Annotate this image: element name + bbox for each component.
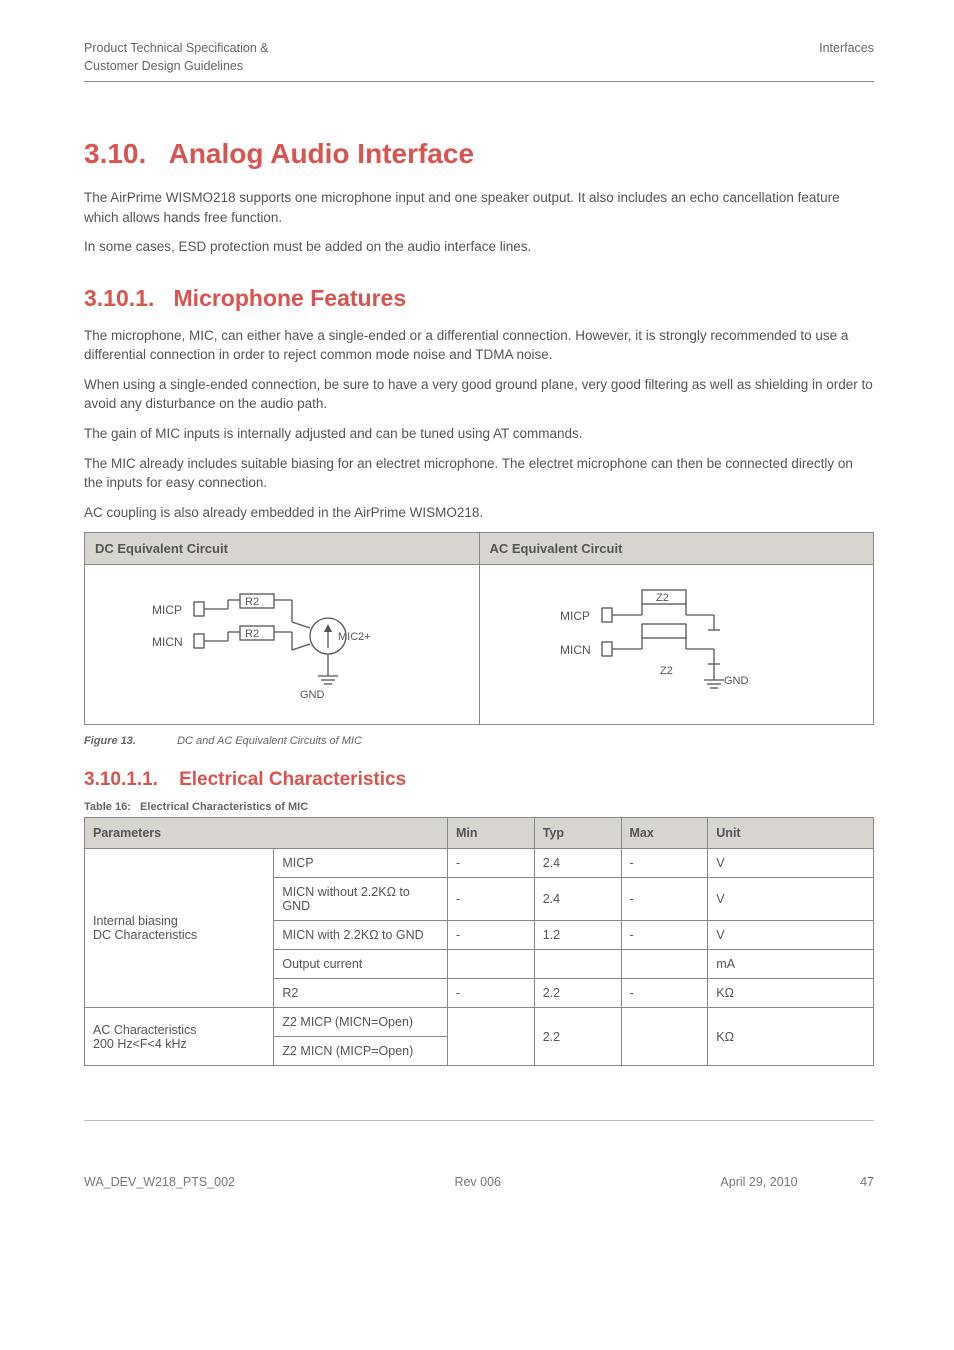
cell xyxy=(447,950,534,979)
cell: - xyxy=(447,921,534,950)
ac-circuit-cell: MICP Z2 MICN xyxy=(479,565,874,725)
cell: - xyxy=(447,878,534,921)
cell: - xyxy=(621,849,708,878)
electrical-characteristics-table: Parameters Min Typ Max Unit Internal bia… xyxy=(84,817,874,1066)
cell: 2.2 xyxy=(534,979,621,1008)
cell: - xyxy=(447,979,534,1008)
col-max: Max xyxy=(621,818,708,849)
footer-left: WA_DEV_W218_PTS_002 xyxy=(84,1175,235,1189)
footer-date: April 29, 2010 xyxy=(720,1175,797,1189)
ac-micp-label: MICP xyxy=(560,609,590,623)
paragraph: The AirPrime WISMO218 supports one micro… xyxy=(84,188,874,227)
cell: KΩ xyxy=(708,979,874,1008)
cell: - xyxy=(621,921,708,950)
ac-z2b-label: Z2 xyxy=(660,665,673,677)
col-typ: Typ xyxy=(534,818,621,849)
paragraph: The microphone, MIC, can either have a s… xyxy=(84,326,874,365)
h3-number: 3.10.1.1. xyxy=(84,769,158,790)
figure-13-title: DC and AC Equivalent Circuits of MIC xyxy=(177,735,362,747)
cell: 2.4 xyxy=(534,878,621,921)
header-left-line2: Customer Design Guidelines xyxy=(84,59,243,73)
cell: MICN with 2.2KΩ to GND xyxy=(274,921,448,950)
dc-gnd-label: GND xyxy=(300,689,325,701)
ac-gnd-label: GND xyxy=(724,675,749,687)
header-right: Interfaces xyxy=(819,41,874,55)
figure-13-label: Figure 13. xyxy=(84,735,174,747)
dc-micn-label: MICN xyxy=(152,635,183,649)
cell: - xyxy=(621,979,708,1008)
footer-mid: Rev 006 xyxy=(454,1175,501,1189)
table-16-title: Electrical Characteristics of MIC xyxy=(140,801,308,813)
ac-header: AC Equivalent Circuit xyxy=(479,533,874,565)
cell: V xyxy=(708,849,874,878)
dc-header: DC Equivalent Circuit xyxy=(85,533,480,565)
dc-mic2plus-label: MIC2+ xyxy=(338,631,371,643)
cell: KΩ xyxy=(708,1008,874,1066)
col-parameters: Parameters xyxy=(85,818,448,849)
section-heading-2: 3.10.1. Microphone Features xyxy=(84,285,874,312)
dc-circuit-cell: MICP R2 MICN xyxy=(85,565,480,725)
col-min: Min xyxy=(447,818,534,849)
group-dc: Internal biasing DC Characteristics xyxy=(85,849,274,1008)
cell: Z2 MICP (MICN=Open) xyxy=(274,1008,448,1037)
cell: 2.2 xyxy=(534,1008,621,1066)
cell: Z2 MICN (MICP=Open) xyxy=(274,1037,448,1066)
section-heading-1: 3.10. Analog Audio Interface xyxy=(84,138,874,170)
cell xyxy=(621,1008,708,1066)
header-rule xyxy=(84,81,874,82)
col-unit: Unit xyxy=(708,818,874,849)
cell: V xyxy=(708,878,874,921)
cell: 1.2 xyxy=(534,921,621,950)
dc-micp-label: MICP xyxy=(152,603,182,617)
header-left-line1: Product Technical Specification & xyxy=(84,41,269,55)
cell xyxy=(447,1008,534,1066)
cell xyxy=(621,950,708,979)
paragraph: In some cases, ESD protection must be ad… xyxy=(84,237,874,257)
cell: - xyxy=(621,878,708,921)
paragraph: The MIC already includes suitable biasin… xyxy=(84,454,874,493)
cell: V xyxy=(708,921,874,950)
h2-number: 3.10.1. xyxy=(84,285,154,311)
dc-r2a-label: R2 xyxy=(245,596,259,608)
paragraph: AC coupling is also already embedded in … xyxy=(84,503,874,523)
paragraph: The gain of MIC inputs is internally adj… xyxy=(84,424,874,444)
footer-rule xyxy=(84,1120,874,1121)
page-footer: WA_DEV_W218_PTS_002 Rev 006 April 29, 20… xyxy=(84,1175,874,1189)
cell: 2.4 xyxy=(534,849,621,878)
cell: Output current xyxy=(274,950,448,979)
ac-z2a-label: Z2 xyxy=(656,592,669,604)
table-16-caption: Table 16: Electrical Characteristics of … xyxy=(84,801,874,813)
ac-circuit-diagram: MICP Z2 MICN xyxy=(536,580,816,710)
cell: - xyxy=(447,849,534,878)
equivalent-circuit-table: DC Equivalent Circuit AC Equivalent Circ… xyxy=(84,532,874,725)
cell: mA xyxy=(708,950,874,979)
cell: MICP xyxy=(274,849,448,878)
cell xyxy=(534,950,621,979)
paragraph: When using a single-ended connection, be… xyxy=(84,375,874,414)
cell: MICN without 2.2KΩ to GND xyxy=(274,878,448,921)
figure-13-caption: Figure 13. DC and AC Equivalent Circuits… xyxy=(84,735,874,747)
dc-r2b-label: R2 xyxy=(245,628,259,640)
dc-circuit-diagram: MICP R2 MICN xyxy=(132,580,432,710)
ac-micn-label: MICN xyxy=(560,643,591,657)
h1-title: Analog Audio Interface xyxy=(169,138,474,169)
h3-title: Electrical Characteristics xyxy=(179,769,406,790)
section-heading-3: 3.10.1.1. Electrical Characteristics xyxy=(84,769,874,791)
h2-title: Microphone Features xyxy=(174,285,407,311)
page-header: Product Technical Specification & Custom… xyxy=(84,40,874,75)
footer-page: 47 xyxy=(860,1175,874,1189)
table-16-label: Table 16: xyxy=(84,801,131,813)
group-ac: AC Characteristics 200 Hz<F<4 kHz xyxy=(85,1008,274,1066)
h1-number: 3.10. xyxy=(84,138,146,169)
cell: R2 xyxy=(274,979,448,1008)
